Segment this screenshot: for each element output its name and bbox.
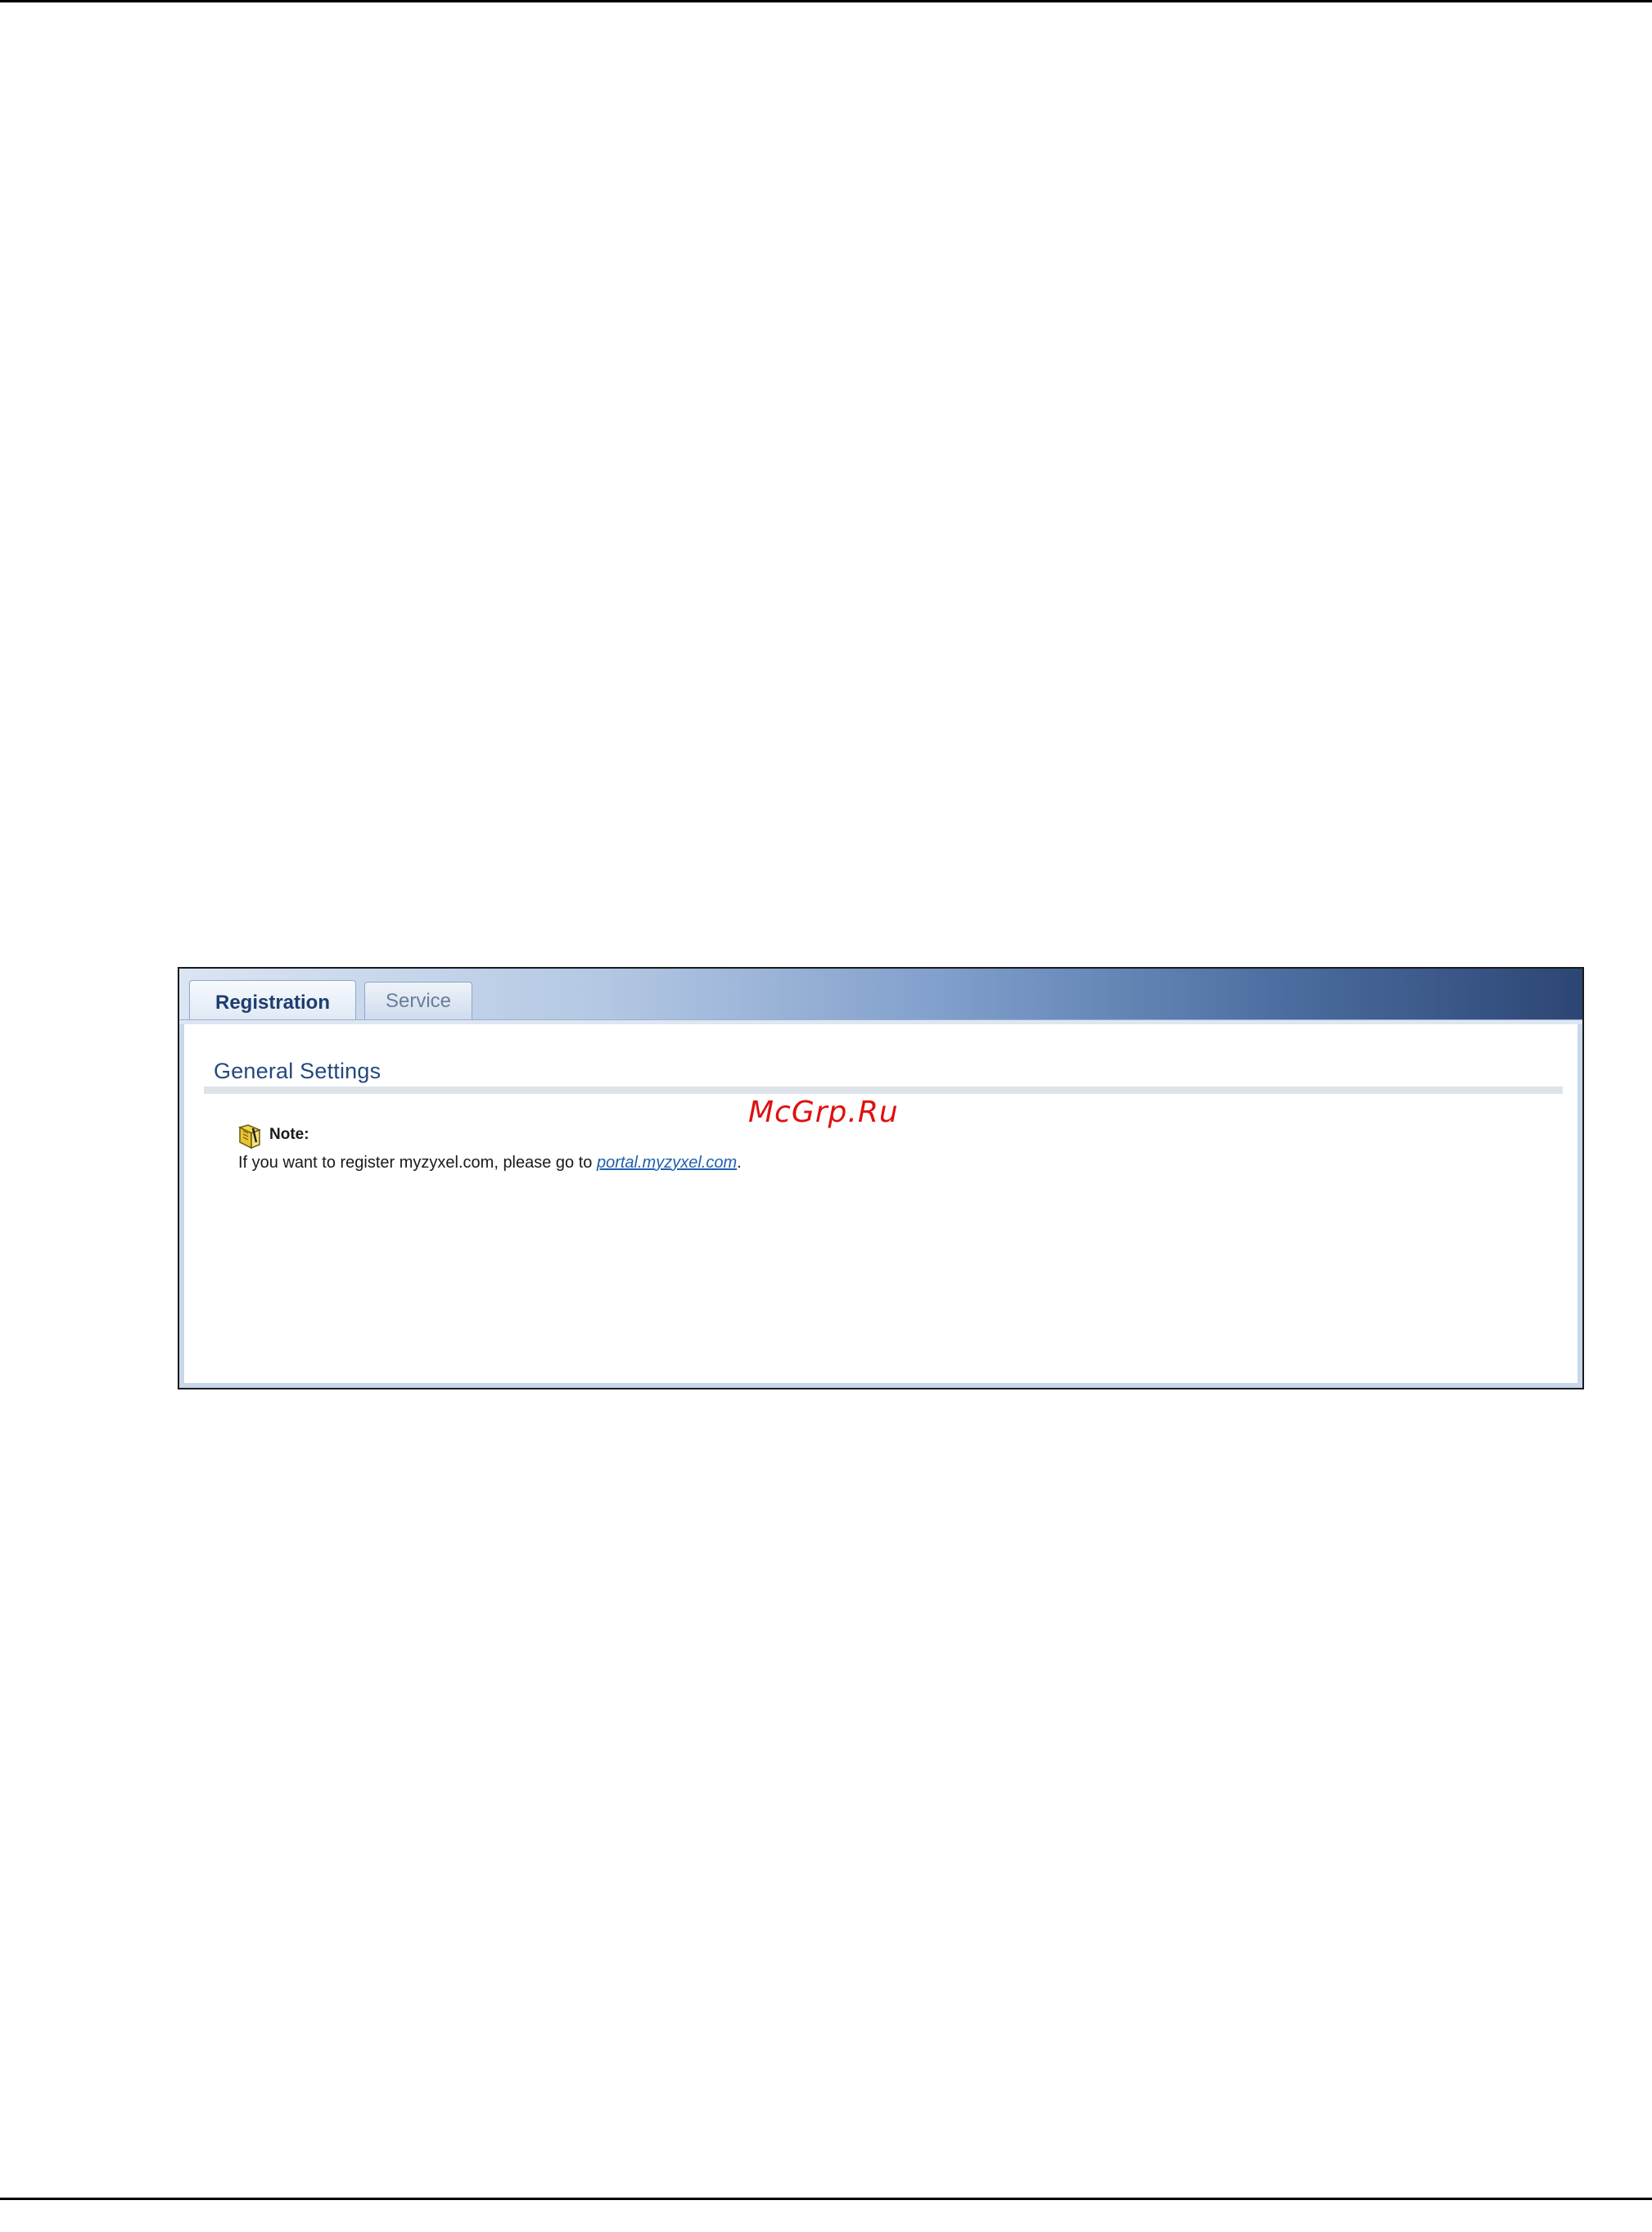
note-label: Note:	[269, 1126, 309, 1143]
portal-link[interactable]: portal.myzyxel.com	[597, 1154, 737, 1172]
tab-bar: Registration Service	[179, 969, 1582, 1024]
note-book-icon	[237, 1124, 261, 1150]
section-title: General Settings	[214, 1059, 381, 1083]
tab-registration-label: Registration	[214, 991, 330, 1014]
registration-screen: Registration Service General Settings No…	[178, 967, 1584, 1389]
note-text-before: If you want to register myzyxel.com, ple…	[238, 1154, 597, 1172]
page-bottom-rule	[0, 2198, 1652, 2200]
section-divider	[204, 1087, 1563, 1094]
tab-registration[interactable]: Registration	[189, 980, 356, 1024]
tab-service-label: Service	[385, 989, 452, 1012]
page-top-rule	[0, 0, 1652, 2]
note-text-after: .	[737, 1154, 742, 1172]
note-text: If you want to register myzyxel.com, ple…	[238, 1154, 742, 1172]
content-panel	[179, 1024, 1582, 1388]
watermark: McGrp.Ru	[748, 1096, 899, 1129]
tab-service[interactable]: Service	[364, 982, 472, 1019]
